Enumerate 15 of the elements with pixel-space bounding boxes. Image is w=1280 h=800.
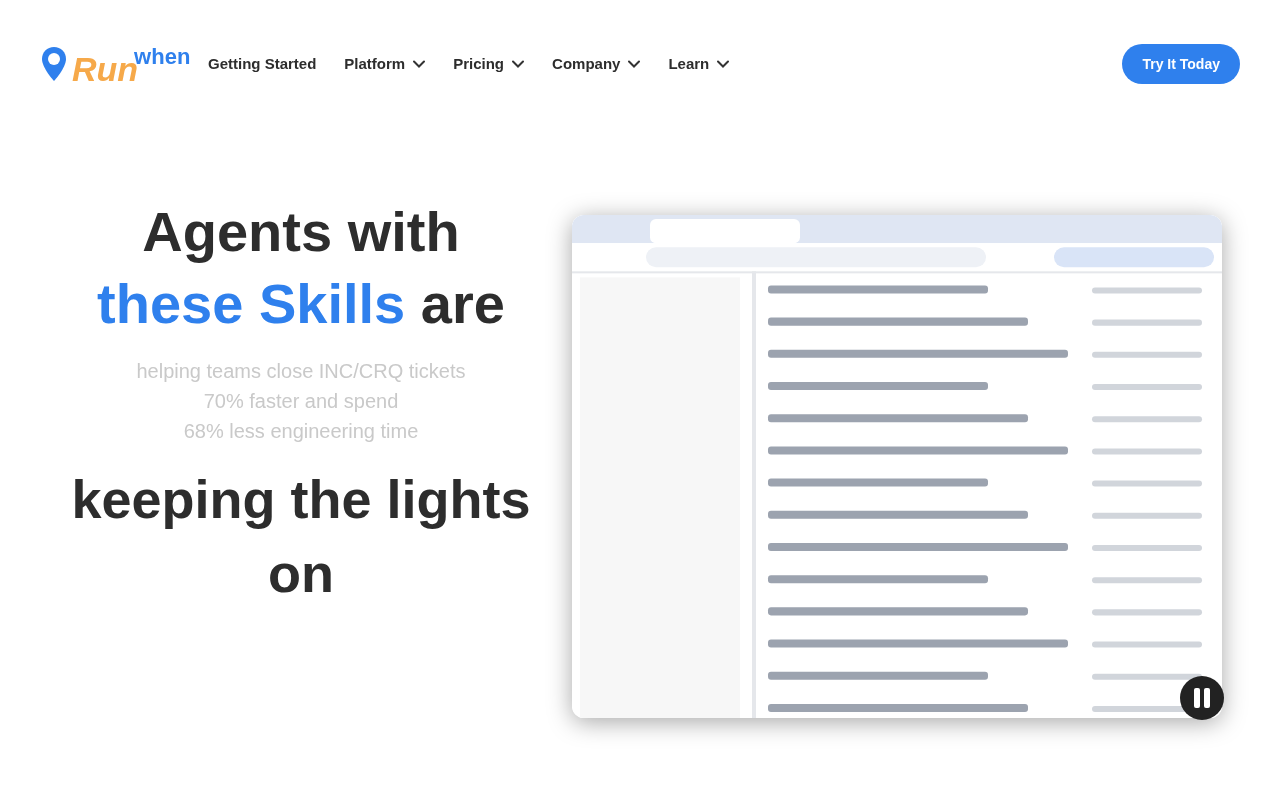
- chevron-down-icon: [628, 60, 641, 68]
- cta-button[interactable]: Try It Today: [1122, 44, 1240, 84]
- nav-link[interactable]: Learn: [668, 52, 730, 76]
- headline: keeping the lights on: [70, 468, 532, 605]
- headline: these Skills are: [97, 271, 505, 337]
- chevron-down-icon: [512, 60, 525, 68]
- chevron-down-icon: [717, 60, 730, 68]
- nav-link[interactable]: Company: [552, 52, 641, 76]
- nav-link[interactable]: Platform: [344, 52, 426, 76]
- chevron-down-icon: [413, 60, 426, 68]
- nav-link[interactable]: Getting Started: [208, 52, 317, 76]
- nav-link[interactable]: Pricing: [453, 52, 525, 76]
- headline: Agents with: [142, 199, 460, 265]
- map-pin-icon: [40, 46, 68, 82]
- pause-icon: [1193, 688, 1211, 708]
